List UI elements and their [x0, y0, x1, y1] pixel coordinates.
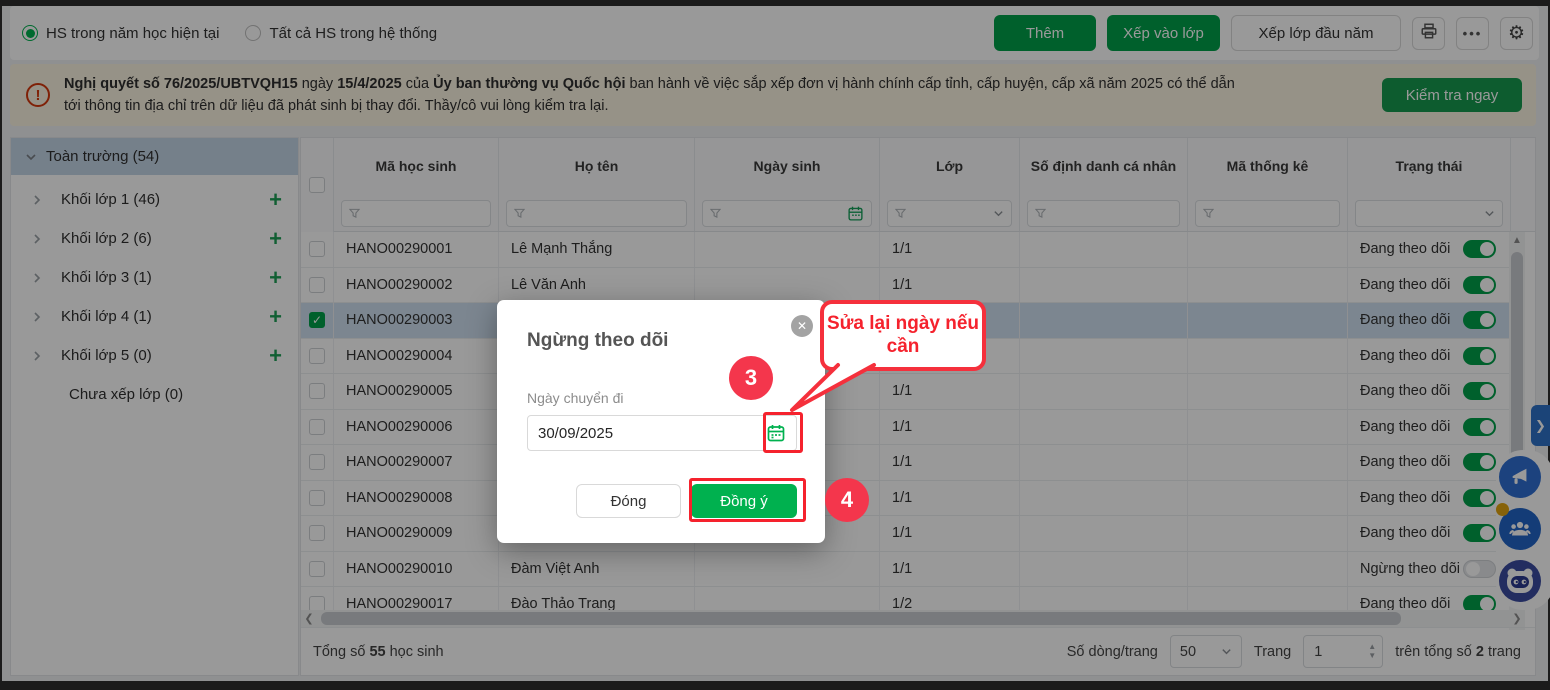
cancel-button[interactable]: Đóng	[576, 484, 681, 518]
modal-title: Ngừng theo dõi	[527, 330, 669, 351]
app-window: HS trong năm học hiện tại Tất cả HS tron…	[0, 0, 1550, 690]
transfer-date-input[interactable]: 30/09/2025	[527, 415, 797, 451]
transfer-date-value: 30/09/2025	[538, 424, 614, 442]
annotation-box-calendar	[763, 412, 803, 453]
callout-tail	[790, 363, 876, 412]
transfer-date-label: Ngày chuyển đi	[527, 390, 624, 406]
close-icon[interactable]: ✕	[791, 315, 813, 337]
annotation-callout: Sửa lại ngày nếu cần	[820, 300, 986, 371]
annotation-box-confirm	[689, 478, 806, 522]
annotation-step-3: 3	[729, 356, 773, 400]
annotation-step-4: 4	[825, 478, 869, 522]
